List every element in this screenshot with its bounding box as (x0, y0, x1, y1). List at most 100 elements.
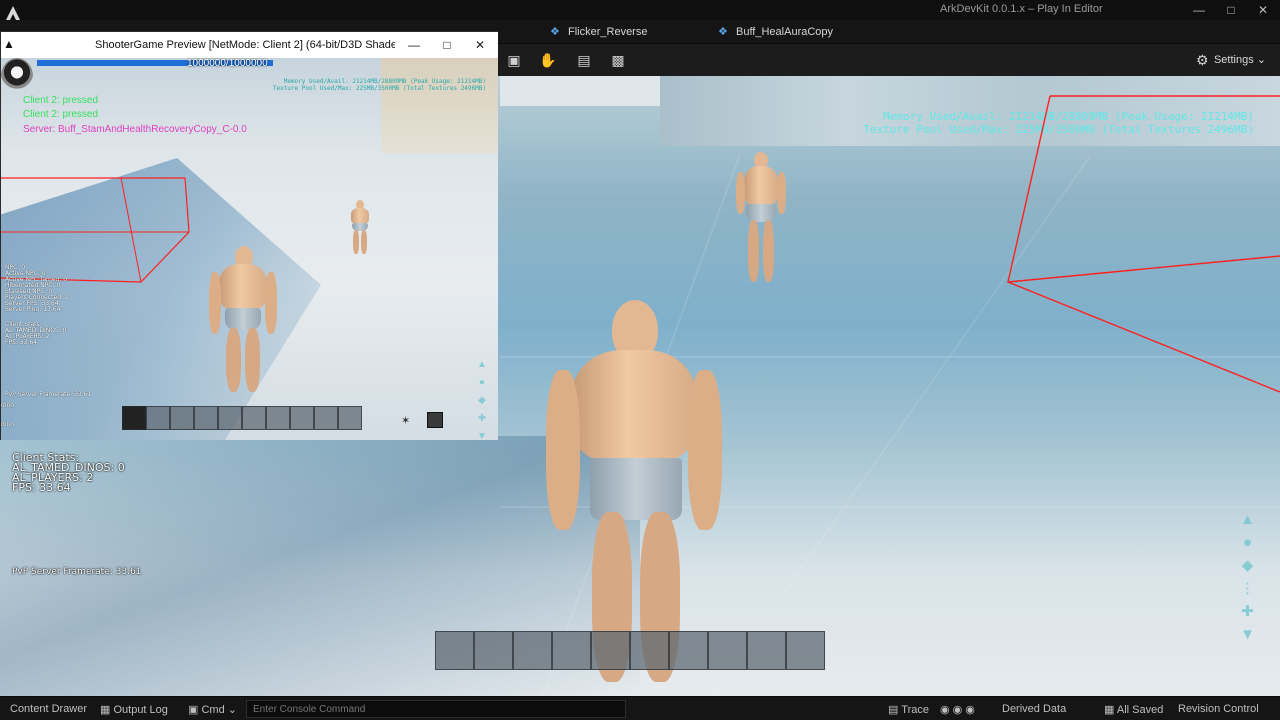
settings-button[interactable]: ⚙ Settings ⌄ (1196, 50, 1266, 70)
settings-label: Settings (1213, 54, 1254, 66)
derived-data-button[interactable]: Derived Data (1002, 703, 1066, 715)
editor-title-bar: ArkDevKit 0.0.1.x – Play In Editor — □ ✕ (0, 0, 1280, 22)
debug-line: Server Ping: 17.64 (5, 306, 61, 313)
background-wall (381, 58, 498, 153)
minimize-icon[interactable]: — (1184, 1, 1214, 19)
hotbar-slot-4[interactable] (194, 406, 218, 430)
message-text: Server: Buff_StamAndHealthRecoveryCopy_C… (23, 124, 247, 135)
pvp-framerate: PvP Server Framerate: 33.61 (5, 391, 92, 398)
health-cross-icon: ✚ (1241, 603, 1254, 620)
output-log-label: Output Log (113, 704, 168, 716)
revision-control-button[interactable]: Revision Control (1178, 703, 1259, 715)
hotbar-slot-3[interactable] (170, 406, 194, 430)
equipped-item-icon[interactable] (427, 412, 443, 428)
maximize-icon[interactable]: □ (1216, 1, 1246, 19)
trace-icon: ▤ (888, 704, 899, 716)
hotbar-slot-7[interactable] (669, 631, 708, 670)
client-stats: Client Stats: AL_TAMED_DINOS: 0 AL_PLAYE… (12, 452, 125, 494)
console-command-input[interactable] (246, 700, 626, 718)
unreal-logo-icon: ▲ (3, 37, 15, 51)
hand-icon[interactable]: ✋ (537, 50, 559, 70)
hotbar-slot-10[interactable] (338, 406, 362, 430)
editor-status-bar: Content Drawer ▦ Output Log ▣ Cmd ⌄ ▤ Tr… (0, 696, 1280, 720)
all-saved-button[interactable]: ▦ All Saved (1104, 703, 1163, 716)
tab-buff-healauracopy[interactable]: ❖ Buff_HealAuraCopy (714, 20, 833, 44)
hotbar (122, 406, 362, 430)
close-icon[interactable]: ✕ (1248, 1, 1278, 19)
hotbar-slot-2[interactable] (146, 406, 170, 430)
hotbar-slot-1[interactable] (435, 631, 474, 670)
npc-character-far (347, 200, 373, 256)
player-avatar-icon (1, 58, 33, 94)
preview-window-title-bar[interactable]: ▲ ShooterGame Preview [NetMode: Client 2… (1, 32, 498, 58)
hotbar-slot-8[interactable] (290, 406, 314, 430)
hotbar-slot-6[interactable] (242, 406, 266, 430)
record-icon[interactable]: ◉ ◉ ◉ (940, 703, 975, 716)
trace-button[interactable]: ▤ Trace (888, 703, 929, 716)
debug-bounds-box (1007, 95, 1280, 393)
log-icon: ▦ (100, 704, 111, 716)
stamina-icon: ▼ (477, 431, 487, 440)
food-icon: ◆ (478, 395, 486, 406)
hotbar-slot-5[interactable] (591, 631, 630, 670)
all-saved-label: All Saved (1116, 704, 1164, 716)
blueprint-icon: ❖ (550, 26, 560, 38)
memory-line: Memory Used/Avail: 21214MB/28809MB (Peak… (283, 78, 486, 85)
food-icon: ◆ (1241, 557, 1254, 574)
client2-preview-window[interactable]: ▲ ShooterGame Preview [NetMode: Client 2… (0, 31, 498, 440)
sky (500, 76, 680, 106)
pvp-framerate: PvP Server Framerate: 33.61 (12, 567, 142, 577)
cmd-dropdown[interactable]: ▣ Cmd ⌄ (188, 703, 237, 716)
trace-label: Trace (901, 704, 929, 716)
health-cross-icon: ✚ (477, 413, 487, 424)
server-debug-stats: NPC: 0 Active NPC: 0 Active NPC Tamed: 0… (5, 265, 69, 313)
hotbar-slot-2[interactable] (474, 631, 513, 670)
hotbar-slot-9[interactable] (747, 631, 786, 670)
message-text: Client 2: pressed (23, 95, 99, 106)
server-message: Server: Buff_StamAndHealthRecoveryCopy_C… (23, 124, 247, 135)
chevron-down-icon: ⌄ (1256, 54, 1266, 66)
save-icon: ▦ (1104, 704, 1115, 716)
tab-flicker-reverse[interactable]: ❖ Flicker_Reverse (546, 20, 647, 44)
terminal-icon: ▣ (188, 704, 199, 716)
hotbar (435, 631, 825, 670)
hotbar-slot-8[interactable] (708, 631, 747, 670)
fps-line: FPS: 33.64 (12, 481, 71, 494)
hotbar-slot-10[interactable] (786, 631, 825, 670)
cmd-label: Cmd (201, 704, 225, 716)
translate-icon[interactable]: ▩ (607, 50, 629, 70)
hotbar-slot-3[interactable] (513, 631, 552, 670)
hotbar-slot-6[interactable] (630, 631, 669, 670)
content-drawer-button[interactable]: Content Drawer (10, 703, 87, 715)
crosshair-icon: ✶ (401, 415, 411, 427)
stamina-icon: ▼ (1240, 626, 1255, 643)
revision-control-label: Revision Control (1178, 703, 1259, 715)
preview-window-title: ShooterGame Preview [NetMode: Client 2] … (95, 39, 395, 51)
player-character (209, 246, 277, 396)
weight-icon: ▲ (477, 359, 487, 370)
texture-pool-line: Texture Pool Used/Max: 225MB/3500MB (Tot… (272, 85, 486, 92)
preview-viewport[interactable]: 1000000/1000000 Memory Used/Avail: 21214… (1, 58, 498, 440)
clapper-icon[interactable]: ▣ (503, 50, 525, 70)
tab-label: Flicker_Reverse (568, 26, 648, 38)
output-log-button[interactable]: ▦ Output Log (100, 703, 168, 716)
blueprint-icon: ❖ (718, 26, 728, 38)
chat-message: Client 2: pressed (23, 95, 98, 106)
maximize-icon[interactable]: □ (434, 36, 460, 54)
npc-character-far (736, 152, 786, 292)
content-drawer-label: Content Drawer (10, 703, 88, 715)
message-text: Client 2: pressed (23, 109, 99, 120)
dino-label: dino (1, 421, 14, 428)
hotbar-slot-7[interactable] (266, 406, 290, 430)
hotbar-slot-4[interactable] (552, 631, 591, 670)
water-drop-icon: ● (1242, 534, 1253, 551)
chevron-down-icon: ⌄ (227, 704, 237, 716)
hotbar-slot-9[interactable] (314, 406, 338, 430)
chat-message: Client 2: pressed (23, 109, 98, 120)
close-icon[interactable]: ✕ (467, 36, 493, 54)
document-icon[interactable]: ▤ (573, 50, 595, 70)
hotbar-slot-5[interactable] (218, 406, 242, 430)
dino-label: dino (1, 402, 14, 409)
hotbar-slot-1[interactable] (122, 406, 146, 430)
minimize-icon[interactable]: — (401, 36, 427, 54)
